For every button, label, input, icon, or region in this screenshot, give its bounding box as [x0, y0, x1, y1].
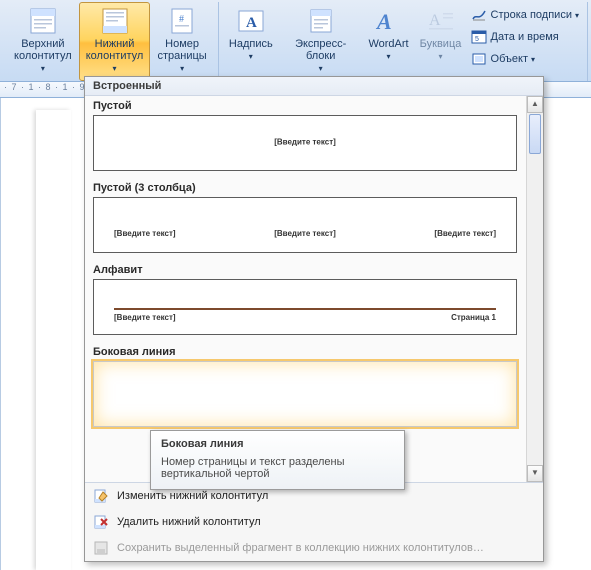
gallery-section-header: Встроенный [85, 77, 543, 96]
edit-footer-label: Изменить нижний колонтитул [117, 490, 268, 502]
ribbon: Верхний колонтитул ▾ Нижний колонтитул ▾… [0, 0, 591, 82]
chevron-down-icon: ▾ [113, 64, 117, 73]
date-time-button[interactable]: 5 Дата и время [471, 26, 579, 48]
page-number-label2: страницы [157, 50, 206, 62]
wordart-icon: A [373, 5, 405, 37]
header-icon [27, 5, 59, 37]
footer-icon [99, 5, 131, 37]
date-time-label: Дата и время [491, 31, 559, 43]
chevron-down-icon: ▾ [439, 51, 443, 63]
svg-text:5: 5 [475, 36, 479, 43]
signature-icon [471, 7, 487, 23]
page-number-label1: Номер [165, 38, 199, 50]
remove-footer-label: Удалить нижний колонтитул [117, 516, 261, 528]
footer-button-label2: колонтитул [86, 50, 144, 62]
gallery-item-name: Пустой [93, 100, 517, 112]
object-button[interactable]: Объект ▾ [471, 48, 579, 70]
header-button-label1: Верхний [21, 38, 64, 50]
placeholder-text: [Введите текст] [274, 229, 336, 238]
svg-text:A: A [246, 15, 257, 31]
gallery-item[interactable]: Пустой [Введите текст] [85, 96, 525, 178]
chevron-down-icon: ▾ [180, 64, 184, 73]
object-icon [471, 51, 487, 67]
tooltip-title: Боковая линия [161, 438, 394, 450]
ribbon-small-column: Строка подписи ▾ 5 Дата и время Объект ▾ [467, 2, 583, 81]
gallery-item-preview [93, 361, 517, 427]
chevron-down-icon: ▾ [41, 64, 45, 73]
quick-parts-label: Экспресс-блоки [283, 38, 359, 62]
placeholder-text: [Введите текст] [434, 229, 496, 238]
chevron-down-icon: ▾ [319, 63, 323, 75]
ribbon-group-header-footer: Верхний колонтитул ▾ Нижний колонтитул ▾… [3, 2, 219, 81]
gallery-item-preview: [Введите текст] Страница 1 [93, 279, 517, 335]
header-button-label2: колонтитул [14, 50, 72, 62]
footer-button-label1: Нижний [95, 38, 135, 50]
signature-line-label: Строка подписи [491, 9, 572, 21]
edit-icon [93, 488, 109, 504]
scrollbar[interactable]: ▲ ▼ [526, 96, 543, 482]
chevron-down-icon: ▾ [575, 11, 579, 20]
tooltip-body: Номер страницы и текст разделены вертика… [161, 456, 394, 480]
wordart-button[interactable]: A WordArt▾ [363, 2, 415, 81]
wordart-label: WordArt [368, 38, 408, 50]
textbox-icon: A [235, 5, 267, 37]
page-number-button[interactable]: # Номер страницы ▾ [150, 2, 213, 81]
gallery-item-hovered[interactable]: Боковая линия [85, 342, 525, 434]
textbox-label: Надпись [229, 38, 273, 50]
svg-text:A: A [429, 12, 441, 29]
gallery-item-preview: [Введите текст] [Введите текст] [Введите… [93, 197, 517, 253]
quick-parts-icon [305, 5, 337, 37]
scroll-up-button[interactable]: ▲ [527, 96, 543, 113]
page-edge [36, 110, 71, 570]
dropcap-button[interactable]: A Буквица▾ [415, 2, 467, 81]
svg-text:#: # [179, 14, 184, 25]
gallery-scroll-area: Пустой [Введите текст] Пустой (3 столбца… [85, 96, 543, 482]
page-number-icon: # [166, 5, 198, 37]
placeholder-text: [Введите текст] [114, 313, 176, 322]
gallery-item-preview: [Введите текст] [93, 115, 517, 171]
dropcap-label: Буквица [420, 38, 462, 50]
separator-line [114, 308, 496, 310]
ribbon-group-text: A Надпись▾ Экспресс-блоки▾ A WordArt▾ A … [219, 2, 588, 81]
placeholder-text: [Введите текст] [274, 137, 336, 146]
gallery-item-name: Алфавит [93, 264, 517, 276]
header-button[interactable]: Верхний колонтитул ▾ [7, 2, 79, 81]
signature-line-button[interactable]: Строка подписи ▾ [471, 4, 579, 26]
gallery-footer: Изменить нижний колонтитул Удалить нижни… [85, 482, 543, 561]
object-label: Объект [491, 53, 528, 65]
save-to-gallery-button: Сохранить выделенный фрагмент в коллекци… [85, 535, 543, 561]
page-label: Страница 1 [451, 313, 496, 322]
date-time-icon: 5 [471, 29, 487, 45]
gallery-item[interactable]: Пустой (3 столбца) [Введите текст] [Введ… [85, 178, 525, 260]
save-icon [93, 540, 109, 556]
tooltip: Боковая линия Номер страницы и текст раз… [150, 430, 405, 490]
dropcap-icon: A [425, 5, 457, 37]
chevron-down-icon: ▾ [531, 55, 535, 64]
scroll-thumb[interactable] [529, 114, 541, 154]
remove-footer-button[interactable]: Удалить нижний колонтитул [85, 509, 543, 535]
textbox-button[interactable]: A Надпись▾ [223, 2, 279, 81]
gallery-item-name: Боковая линия [93, 346, 517, 358]
remove-icon [93, 514, 109, 530]
chevron-down-icon: ▾ [387, 51, 391, 63]
svg-text:A: A [375, 9, 392, 34]
gallery-item-name: Пустой (3 столбца) [93, 182, 517, 194]
gallery-item[interactable]: Алфавит [Введите текст] Страница 1 [85, 260, 525, 342]
quick-parts-button[interactable]: Экспресс-блоки▾ [279, 2, 363, 81]
chevron-down-icon: ▾ [249, 51, 253, 63]
placeholder-text: [Введите текст] [114, 229, 176, 238]
save-to-gallery-label: Сохранить выделенный фрагмент в коллекци… [117, 542, 484, 554]
footer-button[interactable]: Нижний колонтитул ▾ [79, 2, 151, 81]
scroll-down-button[interactable]: ▼ [527, 465, 543, 482]
